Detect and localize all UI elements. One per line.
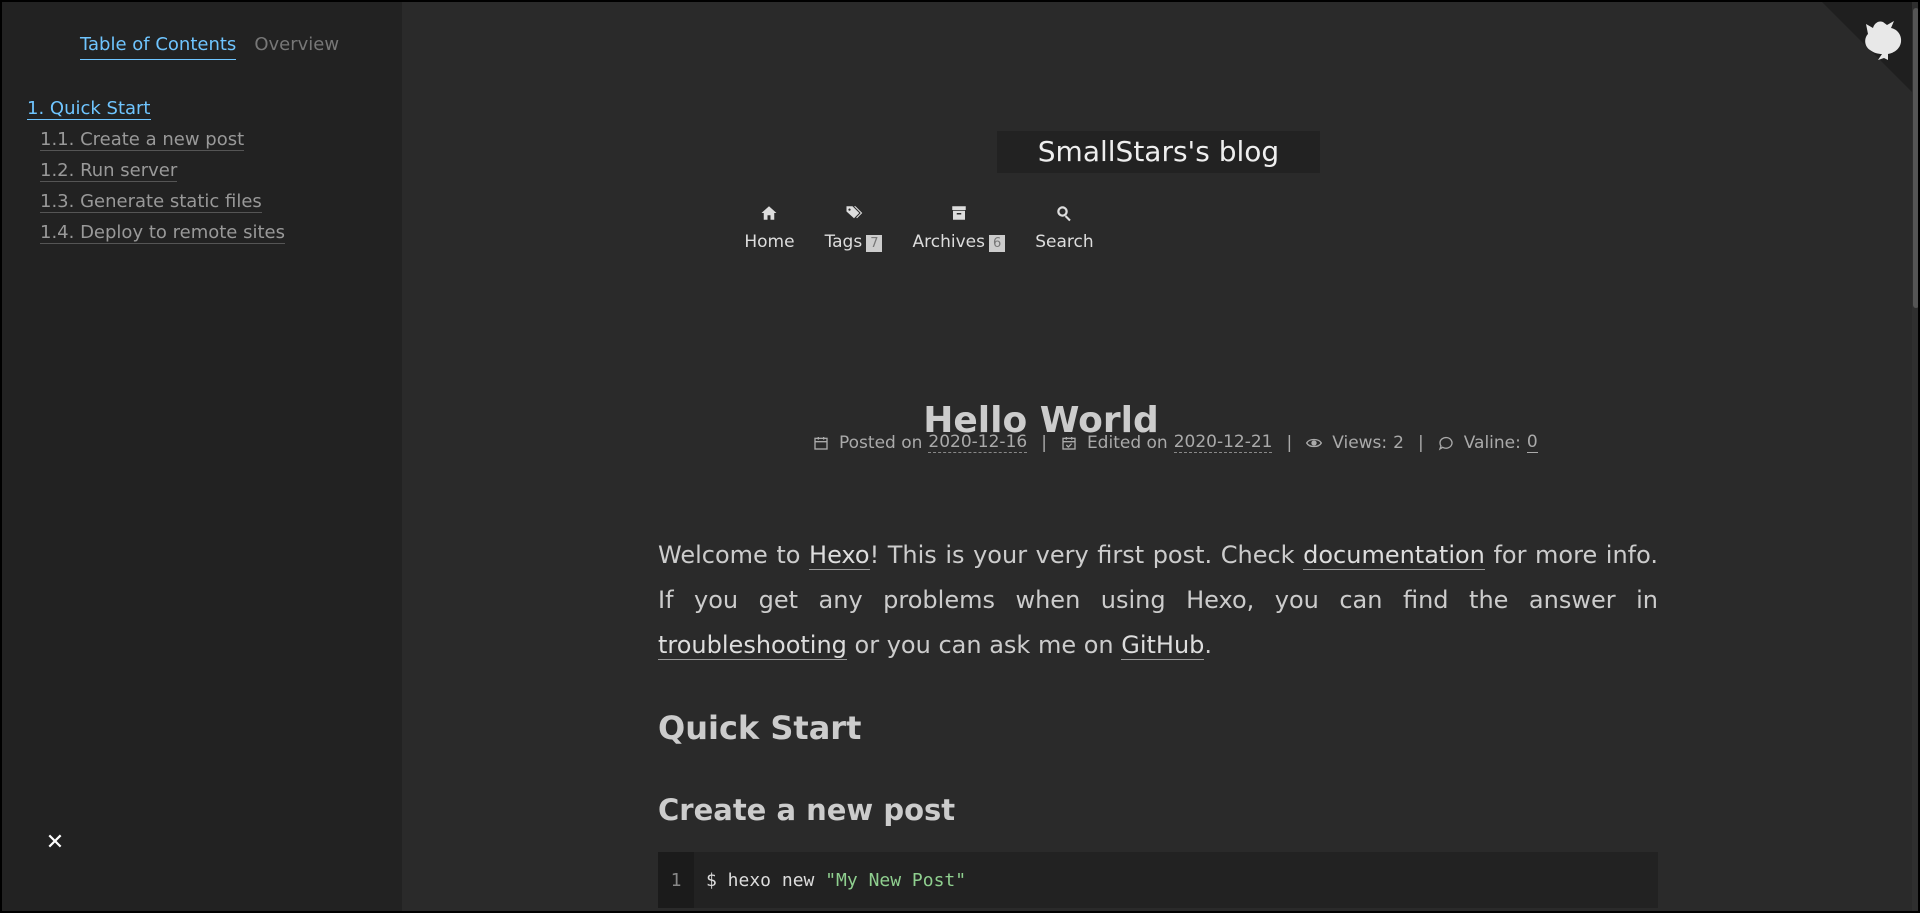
scrollbar-thumb[interactable] <box>1913 8 1919 308</box>
sidebar: Table of Contents Overview 1. Quick Star… <box>0 0 402 913</box>
nav-search[interactable]: Search <box>1035 204 1094 252</box>
eye-icon <box>1306 438 1323 447</box>
archive-icon <box>952 206 966 220</box>
code-block: 1 $ hexo new "My New Post" <box>658 852 1658 908</box>
meta-separator: | <box>1417 432 1424 453</box>
views-count: 2 <box>1393 432 1404 453</box>
post-body: Welcome to Hexo! This is your very first… <box>658 533 1658 908</box>
troubleshooting-link[interactable]: troubleshooting <box>658 631 847 660</box>
views-label: Views: <box>1332 432 1388 453</box>
tab-overview[interactable]: Overview <box>254 34 339 60</box>
nav-home[interactable]: Home <box>744 204 795 252</box>
edited-date: 2020-12-21 <box>1173 432 1273 453</box>
page-scrollbar[interactable] <box>1912 0 1920 913</box>
tags-icon <box>846 206 862 219</box>
nav-label: Archives 6 <box>912 232 1006 252</box>
toc-item-run-server[interactable]: 1.2. Run server <box>27 155 285 186</box>
nav-label: Home <box>744 232 795 252</box>
close-sidebar-button[interactable]: ✕ <box>44 832 66 854</box>
heading-create-post: Create a new post <box>658 793 956 827</box>
code-string: "My New Post" <box>825 869 967 891</box>
site-nav: Home Tags 7 Archives 6 Search <box>0 204 1920 252</box>
heading-quick-start: Quick Start <box>658 709 862 747</box>
home-icon <box>761 206 777 220</box>
github-cat-icon[interactable] <box>1860 16 1906 62</box>
toc-item-create-post[interactable]: 1.1. Create a new post <box>27 124 285 155</box>
tab-table-of-contents[interactable]: Table of Contents <box>80 34 237 60</box>
intro-paragraph: Welcome to Hexo! This is your very first… <box>658 541 1658 660</box>
github-link[interactable]: GitHub <box>1121 631 1205 660</box>
nav-label: Search <box>1035 232 1094 252</box>
calendar-check-icon <box>1062 436 1076 450</box>
tags-count-badge: 7 <box>866 235 883 252</box>
posted-date: 2020-12-16 <box>928 432 1028 453</box>
toc-label: 1.1. Create a new post <box>40 129 245 151</box>
hexo-link[interactable]: Hexo <box>809 541 870 570</box>
search-icon <box>1057 206 1072 222</box>
nav-label: Tags 7 <box>825 232 883 252</box>
edited-label: Edited on <box>1086 432 1168 453</box>
code-line-number: 1 <box>658 852 694 908</box>
toc-item-quick-start[interactable]: 1. Quick Start <box>27 93 285 124</box>
meta-separator: | <box>1286 432 1293 453</box>
posted-label: Posted on <box>839 432 923 453</box>
code-command: $ hexo new <box>706 869 826 891</box>
sidebar-tabs: Table of Contents Overview <box>80 34 339 60</box>
toc-label: 1.2. Run server <box>40 160 178 182</box>
valine-label: Valine: <box>1463 432 1521 453</box>
site-brand[interactable]: SmallStars's blog <box>997 131 1320 173</box>
post-meta: Posted on 2020-12-16 | Edited on 2020-12… <box>813 432 1538 453</box>
comment-icon <box>1438 436 1453 451</box>
toc-label: 1. Quick Start <box>27 98 151 120</box>
nav-archives[interactable]: Archives 6 <box>912 204 1006 252</box>
nav-tags[interactable]: Tags 7 <box>825 204 883 252</box>
calendar-icon <box>814 436 828 450</box>
archives-count-badge: 6 <box>988 235 1006 252</box>
meta-separator: | <box>1041 432 1047 453</box>
documentation-link[interactable]: documentation <box>1303 541 1485 570</box>
valine-count-link[interactable]: 0 <box>1526 432 1538 453</box>
